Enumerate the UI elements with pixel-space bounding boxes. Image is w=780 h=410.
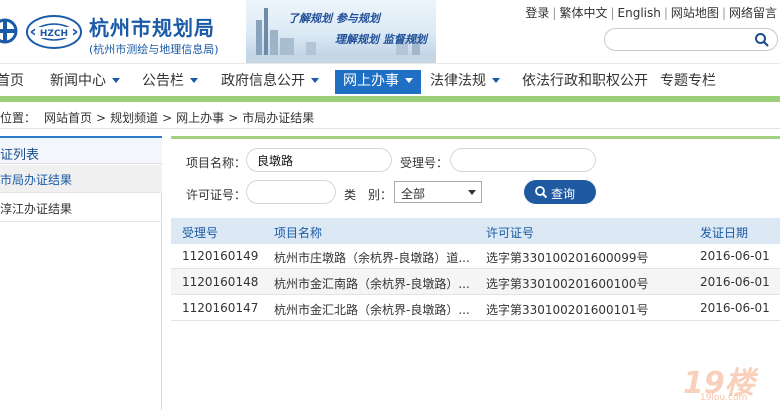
breadcrumb-online-service[interactable]: 网上办事 <box>176 111 224 125</box>
permit-no-input[interactable] <box>246 180 336 204</box>
cell-accept-no: 1120160147 <box>182 301 259 315</box>
chevron-down-icon <box>112 78 120 83</box>
header-project-name: 项目名称 <box>274 226 323 240</box>
content-accent-bar <box>171 136 780 139</box>
breadcrumb-prefix: 位置： <box>0 111 37 125</box>
header-permit-no: 许可证号 <box>486 226 535 240</box>
nav-gov-info[interactable]: 政府信息公开 <box>221 70 319 94</box>
category-select[interactable]: 全部 <box>394 181 482 203</box>
cell-accept-no: 1120160149 <box>182 249 259 263</box>
hzch-logo-icon: HZCH <box>26 15 82 49</box>
search-input[interactable] <box>615 32 745 47</box>
cell-issue-date: 2016-06-01 <box>700 275 770 289</box>
sidebar-title: 证列表 <box>0 136 162 164</box>
badge-text: HZCH <box>40 29 68 39</box>
cell-issue-date: 2016-06-01 <box>700 301 770 315</box>
header-issue-date: 发证日期 <box>700 226 749 240</box>
search-icon[interactable] <box>754 32 770 48</box>
sidebar-item-city-results[interactable]: 市局办证结果 <box>0 165 162 193</box>
chevron-down-icon <box>468 190 476 195</box>
cell-project-name[interactable]: 杭州市庄墩路（余杭界-良墩路）道... <box>274 249 470 266</box>
cell-project-name[interactable]: 杭州市金汇北路（余杭界-良墩路）... <box>274 301 470 318</box>
query-button[interactable]: 查询 <box>524 180 596 204</box>
query-button-label: 查询 <box>551 187 576 201</box>
accept-no-input[interactable] <box>450 148 596 172</box>
cell-accept-no: 1120160148 <box>182 275 259 289</box>
table-row[interactable]: 1120160149 杭州市庄墩路（余杭界-良墩路）道... 选字第330100… <box>171 243 780 269</box>
nav-notice[interactable]: 公告栏 <box>142 70 198 94</box>
header-banner: 了解规划 参与规划 理解规划 监督规划 <box>246 0 436 63</box>
table-header: 受理号 项目名称 许可证号 发证日期 <box>171 218 780 244</box>
nav-home[interactable]: 首页 <box>0 70 24 94</box>
cell-issue-date: 2016-06-01 <box>700 249 770 263</box>
breadcrumb-current: 市局办证结果 <box>242 111 315 125</box>
site-header: HZCH 杭州市规划局 (杭州市测绘与地理信息局) 了解规划 参与规划 理解规划… <box>0 0 780 63</box>
cell-project-name[interactable]: 杭州市金汇南路（余杭界-良墩路）... <box>274 275 470 292</box>
site-search <box>604 28 778 51</box>
sidebar-item-chunjiang-results[interactable]: 淳江办证结果 <box>0 194 162 222</box>
chevron-down-icon <box>405 78 413 83</box>
sitemap-link[interactable]: 网站地图 <box>671 6 719 20</box>
nav-online-service[interactable]: 网上办事 <box>335 70 421 94</box>
search-icon <box>535 186 548 199</box>
nav-accent-bar <box>0 96 780 102</box>
breadcrumb-planning[interactable]: 规划频道 <box>110 111 158 125</box>
org-name: 杭州市规划局 <box>89 16 215 40</box>
table-row[interactable]: 1120160148 杭州市金汇南路（余杭界-良墩路）... 选字第330100… <box>171 269 780 295</box>
category-value: 全部 <box>401 187 426 201</box>
cell-permit-no: 选字第330100201600101号 <box>486 303 649 317</box>
permit-no-label: 许可证号： <box>186 188 247 202</box>
banner-slogan-1: 了解规划 参与规划 <box>288 12 380 25</box>
nav-laws[interactable]: 法律法规 <box>430 70 500 94</box>
nav-admin-powers[interactable]: 依法行政和职权公开 <box>522 70 648 94</box>
watermark-url: 19lou.com <box>700 393 748 403</box>
nav-special-topics[interactable]: 专题专栏 <box>660 70 716 94</box>
main-nav: 首页 新闻中心 公告栏 政府信息公开 网上办事 法律法规 依法行政和职权公开 专… <box>0 63 780 96</box>
breadcrumb: 位置： 网站首页 > 规划频道 > 网上办事 > 市局办证结果 <box>0 111 315 125</box>
project-name-label: 项目名称： <box>186 156 247 170</box>
table-row[interactable]: 1120160147 杭州市金汇北路（余杭界-良墩路）... 选字第330100… <box>171 295 780 321</box>
message-link[interactable]: 网络留言 <box>729 6 777 20</box>
cell-permit-no: 选字第330100201600100号 <box>486 277 649 291</box>
chevron-down-icon <box>311 78 319 83</box>
banner-slogan-2: 理解规划 监督规划 <box>335 33 427 46</box>
org-subtitle: (杭州市测绘与地理信息局) <box>89 43 219 56</box>
top-links: 登录 | 繁体中文 | English | 网站地图 | 网络留言 <box>525 6 777 20</box>
english-link[interactable]: English <box>618 6 661 20</box>
category-label: 类 别： <box>344 188 393 202</box>
sidebar: 证列表 市局办证结果 淳江办证结果 <box>0 136 162 410</box>
cell-permit-no: 选字第330100201600099号 <box>486 251 649 265</box>
chevron-down-icon <box>190 78 198 83</box>
breadcrumb-divider <box>0 128 780 129</box>
accept-no-label: 受理号： <box>400 156 449 170</box>
header-accept-no: 受理号 <box>182 226 219 240</box>
login-link[interactable]: 登录 <box>525 6 549 20</box>
traditional-chinese-link[interactable]: 繁体中文 <box>559 6 607 20</box>
logo-emblem-icon <box>0 18 18 44</box>
breadcrumb-home[interactable]: 网站首页 <box>44 111 92 125</box>
project-name-input[interactable] <box>246 148 392 172</box>
nav-news[interactable]: 新闻中心 <box>50 70 120 94</box>
chevron-down-icon <box>492 78 500 83</box>
